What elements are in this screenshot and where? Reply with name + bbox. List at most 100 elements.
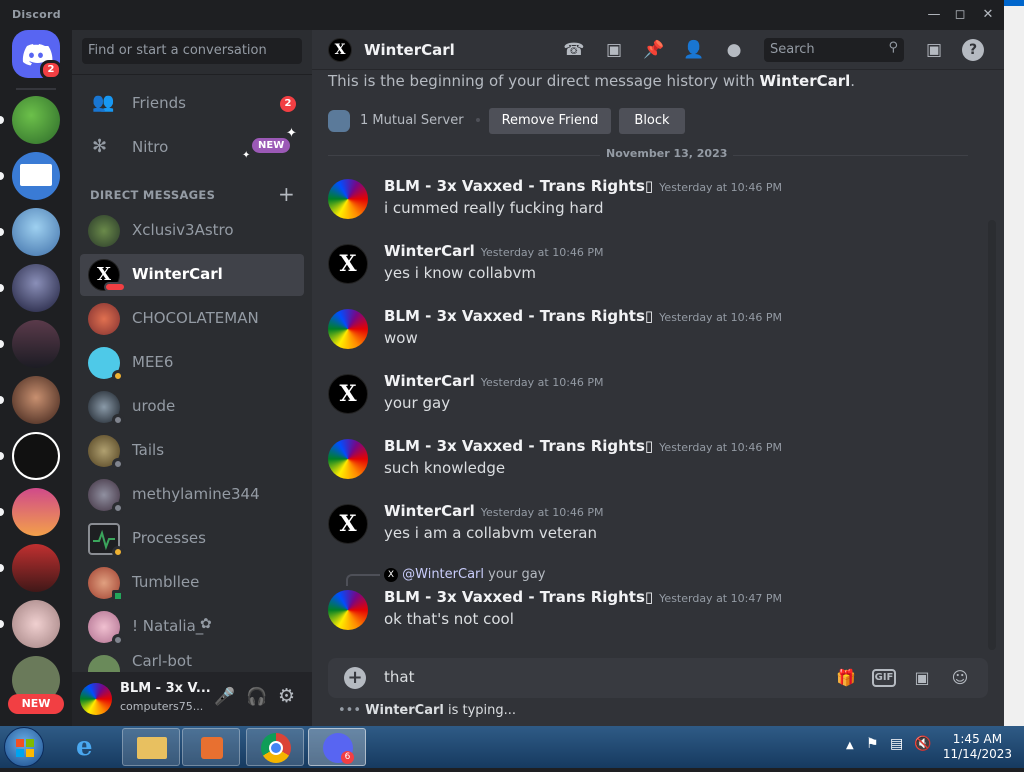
server-icon-10[interactable] [12, 600, 60, 648]
start-button[interactable] [4, 727, 44, 767]
taskbar-explorer-icon[interactable] [122, 728, 180, 766]
create-dm-icon[interactable]: + [278, 182, 295, 206]
video-call-icon[interactable]: ▣ [602, 39, 626, 61]
message-avatar[interactable] [328, 590, 368, 630]
dm-item[interactable]: Tails [80, 430, 304, 472]
clock[interactable]: 1:45 AM 11/14/2023 [943, 732, 1012, 762]
header-search-input[interactable]: Search ⚲ [764, 38, 904, 62]
server-icon-7[interactable] [12, 432, 60, 480]
user-avatar[interactable] [80, 683, 112, 715]
sticker-icon[interactable]: ▣ [910, 666, 934, 690]
dm-item[interactable]: CHOCOLATEMAN [80, 298, 304, 340]
message-avatar[interactable] [328, 179, 368, 219]
settings-gear-icon[interactable]: ⚙ [278, 685, 295, 707]
server-icon-8[interactable] [12, 488, 60, 536]
attach-plus-icon[interactable]: + [344, 667, 366, 689]
message-author: BLM - 3x Vaxxed - Trans Rights▯ Yesterday… [384, 437, 782, 455]
network-icon[interactable]: ▤ [890, 736, 903, 752]
dm-item-active[interactable]: X WinterCarl [80, 254, 304, 296]
gif-button[interactable]: GIF [872, 669, 896, 687]
dm-item[interactable]: methylamine344 [80, 474, 304, 516]
leaf-icon: ✿ [200, 616, 212, 632]
author-name[interactable]: BLM - 3x Vaxxed - Trans Rights▯ [384, 437, 653, 455]
reply-preview[interactable]: X @WinterCarl your gay [384, 567, 545, 582]
desktop-edge-top [1004, 0, 1024, 6]
remove-friend-button[interactable]: Remove Friend [489, 108, 611, 134]
dm-item[interactable]: urode [80, 386, 304, 428]
timestamp: Yesterday at 10:46 PM [480, 246, 604, 259]
nav-nitro[interactable]: ✻ Nitro NEW ✦ ✦ [80, 126, 304, 168]
dm-item[interactable]: Processes [80, 518, 304, 560]
avatar [88, 215, 120, 247]
author-name[interactable]: WinterCarl [384, 372, 475, 390]
new-unreads-badge[interactable]: NEW [8, 694, 64, 714]
author-name[interactable]: WinterCarl [384, 502, 475, 520]
pin-icon[interactable]: 📌 [642, 39, 666, 61]
server-rail: 2 NEW [0, 30, 72, 726]
mutual-server-label[interactable]: 1 Mutual Server [360, 113, 464, 128]
close-icon[interactable]: ✕ [978, 6, 998, 24]
add-friend-icon[interactable]: 👤 [682, 39, 706, 61]
gift-icon[interactable]: 🎁 [834, 666, 858, 690]
rail-divider [16, 88, 56, 90]
server-icon-4[interactable] [12, 264, 60, 312]
author-name[interactable]: BLM - 3x Vaxxed - Trans Rights▯ [384, 588, 653, 606]
message-avatar[interactable] [328, 309, 368, 349]
message-text: such knowledge [384, 459, 506, 477]
help-icon[interactable]: ? [962, 39, 984, 61]
sparkle-icon: ✦ [286, 126, 297, 141]
dm-item[interactable]: ! Natalia_ ✿ [80, 606, 304, 648]
dm-item[interactable]: Xclusiv3Astro [80, 210, 304, 252]
nav-friends[interactable]: 👥 Friends 2 [80, 82, 304, 124]
message-text: i cummed really fucking hard [384, 199, 604, 217]
server-icon-5[interactable] [12, 320, 60, 368]
dm-item[interactable]: MEE6 [80, 342, 304, 384]
message-avatar[interactable] [328, 439, 368, 479]
microphone-icon[interactable]: 🎤 [214, 687, 235, 707]
unread-pill [0, 452, 4, 460]
action-center-icon[interactable]: ⚑ [866, 736, 879, 752]
author-name[interactable]: BLM - 3x Vaxxed - Trans Rights▯ [384, 177, 653, 195]
message-composer[interactable]: + that 🎁 GIF ▣ ☺ [328, 658, 988, 698]
author-name[interactable]: WinterCarl [384, 242, 475, 260]
tray-expand-icon[interactable]: ▲ [846, 740, 854, 751]
message: BLM - 3x Vaxxed - Trans Rights▯ Yesterday… [328, 177, 968, 237]
scrollbar[interactable] [988, 220, 996, 650]
dm-beginning-text: This is the beginning of your direct mes… [328, 72, 855, 90]
user-name: BLM - 3x V... [120, 681, 211, 696]
message-avatar[interactable]: X [328, 374, 368, 414]
typing-dots-icon: ••• [338, 703, 362, 718]
server-icon-2[interactable] [12, 152, 60, 200]
voice-call-icon[interactable]: ☎ [562, 39, 586, 61]
dm-item[interactable]: Tumbllee [80, 562, 304, 604]
server-icon-6[interactable] [12, 376, 60, 424]
emoji-icon[interactable]: ☺ [948, 666, 972, 690]
taskbar-media-icon[interactable] [182, 728, 240, 766]
message-avatar[interactable]: X [328, 244, 368, 284]
server-icon-9[interactable] [12, 544, 60, 592]
volume-muted-icon[interactable]: 🔇 [914, 736, 931, 752]
headphones-icon[interactable]: 🎧 [246, 687, 267, 707]
dm-item[interactable]: Carl-bot [80, 650, 304, 672]
profile-icon[interactable]: ● [722, 39, 746, 61]
dm-search-input[interactable]: Find or start a conversation [82, 38, 302, 64]
dot-separator [476, 118, 480, 122]
maximize-icon[interactable]: ◻ [950, 6, 970, 24]
taskbar-ie-icon[interactable]: e [62, 728, 120, 766]
discord-taskbar-badge: 6 [341, 751, 354, 764]
chat-header: X WinterCarl ☎ ▣ 📌 👤 ● Search ⚲ ▣ ? [312, 30, 1004, 70]
message-avatar[interactable]: X [328, 504, 368, 544]
minimize-icon[interactable]: — [924, 6, 944, 24]
author-name[interactable]: BLM - 3x Vaxxed - Trans Rights▯ [384, 307, 653, 325]
beginning-name: WinterCarl [759, 72, 851, 90]
unread-pill [0, 172, 4, 180]
taskbar-discord-icon[interactable]: 6 [308, 728, 366, 766]
avatar [88, 303, 120, 335]
inbox-icon[interactable]: ▣ [922, 39, 946, 61]
server-icon-3[interactable] [12, 208, 60, 256]
timestamp: Yesterday at 10:46 PM [659, 181, 782, 194]
message-input[interactable]: that [384, 668, 414, 686]
block-button[interactable]: Block [619, 108, 685, 134]
server-icon-1[interactable] [12, 96, 60, 144]
taskbar-chrome-icon[interactable] [246, 728, 304, 766]
